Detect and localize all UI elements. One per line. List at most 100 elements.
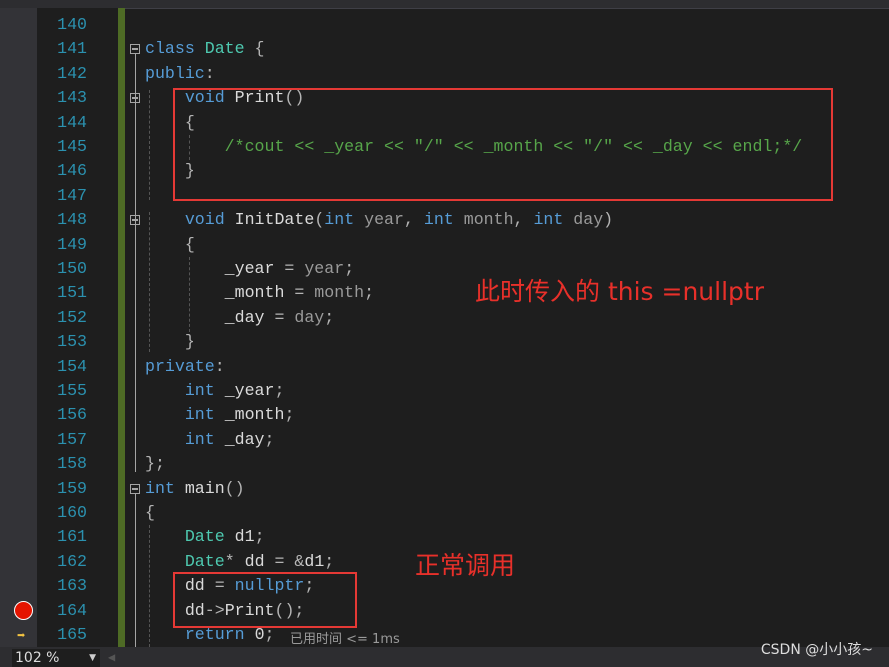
code-token: day: [294, 307, 325, 327]
chevron-down-icon: ▼: [89, 653, 96, 663]
code-token: =: [274, 259, 305, 278]
code-token: _month: [224, 405, 285, 425]
code-line[interactable]: int _day;: [145, 428, 275, 452]
outline-line: [135, 54, 136, 472]
code-line[interactable]: int _month;: [145, 403, 295, 427]
code-line[interactable]: _day = day;: [145, 306, 335, 330]
scroll-left-icon[interactable]: ◀: [108, 650, 115, 665]
code-token: };: [145, 454, 165, 474]
code-token: year: [304, 259, 345, 278]
code-token: =: [284, 283, 315, 303]
line-number: 162: [57, 551, 87, 571]
line-number: 160: [57, 503, 87, 522]
indent-guide: [149, 212, 150, 352]
line-number: 161: [57, 527, 87, 547]
code-line[interactable]: private:: [145, 355, 225, 379]
code-line[interactable]: {: [145, 233, 195, 257]
code-token: =: [264, 307, 295, 327]
code-token: month: [463, 210, 514, 230]
code-token: int: [184, 405, 225, 425]
code-line[interactable]: Date* dd = &d1;: [145, 550, 334, 574]
code-token: {: [244, 39, 265, 59]
annotation-normal-call: 正常调用: [415, 551, 516, 580]
code-token: int: [423, 210, 464, 230]
line-number: 142: [57, 63, 87, 83]
code-token: (): [224, 478, 245, 498]
editor-status-bar: [0, 647, 889, 667]
code-token: year: [364, 210, 404, 230]
code-token: void: [184, 210, 235, 230]
code-token: int: [184, 381, 225, 400]
annotation-this-nullptr: 此时传入的 this =nullptr: [475, 277, 764, 306]
code-line[interactable]: };: [145, 452, 165, 476]
glyph-margin[interactable]: [0, 8, 37, 647]
code-line[interactable]: _year = year;: [145, 257, 354, 281]
code-token: ;: [324, 307, 335, 327]
code-token: class: [145, 39, 205, 59]
line-number: 146: [57, 161, 87, 181]
code-token: dd: [244, 551, 265, 571]
line-number: 147: [57, 185, 87, 205]
code-token: d1: [304, 551, 325, 571]
line-number: 152: [57, 307, 87, 327]
code-token: _day: [224, 429, 265, 449]
elapsed-time-hint[interactable]: 已用时间 <= 1ms: [290, 628, 400, 647]
code-token: {: [184, 234, 195, 254]
code-token: *: [224, 551, 245, 571]
change-tracking-bar: [118, 8, 125, 647]
indent-guide: [149, 90, 150, 200]
code-token: ;: [324, 551, 335, 571]
code-line[interactable]: Date d1;: [145, 525, 265, 549]
code-token: ;: [274, 381, 285, 400]
code-line[interactable]: {: [145, 501, 155, 525]
line-number: 158: [57, 454, 87, 474]
highlight-box-print: [173, 88, 833, 201]
code-line[interactable]: _month = month;: [145, 281, 374, 305]
code-line[interactable]: public:: [145, 62, 215, 86]
code-token: ;: [344, 259, 355, 278]
outline-line: [135, 494, 136, 647]
line-number: 157: [57, 429, 87, 449]
line-number: 149: [57, 234, 87, 254]
breakpoint-icon[interactable]: [14, 601, 33, 620]
line-number: 165: [57, 625, 87, 644]
code-token: Date: [184, 527, 235, 547]
line-number: 150: [57, 259, 87, 278]
code-token: ): [603, 210, 614, 230]
current-statement-arrow-icon: ➡: [17, 629, 26, 645]
line-number: 145: [57, 137, 87, 156]
code-line[interactable]: class Date {: [145, 37, 265, 61]
code-token: InitDate: [234, 210, 315, 230]
code-token: month: [314, 283, 365, 303]
line-number: 151: [57, 283, 87, 303]
zoom-level: 102 %: [15, 650, 60, 666]
code-token: int: [145, 478, 185, 498]
code-token: int: [184, 429, 225, 449]
code-token: (: [314, 210, 325, 230]
tab-strip: [0, 0, 889, 9]
code-token: ,: [513, 210, 534, 230]
code-line[interactable]: }: [145, 330, 195, 354]
collapse-icon[interactable]: [130, 44, 140, 54]
code-line[interactable]: int _year;: [145, 379, 285, 403]
code-token: public: [145, 63, 205, 83]
highlight-box-call: [173, 572, 357, 628]
code-token: int: [324, 210, 365, 230]
code-token: = &: [264, 551, 305, 571]
code-line[interactable]: int main(): [145, 477, 245, 501]
line-number: 163: [57, 576, 87, 596]
collapse-icon[interactable]: [130, 484, 140, 494]
zoom-dropdown[interactable]: 102 % ▼: [12, 649, 100, 667]
code-token: Date: [204, 39, 245, 59]
code-line[interactable]: void InitDate(int year, int month, int d…: [145, 208, 613, 232]
code-token: {: [145, 503, 155, 522]
